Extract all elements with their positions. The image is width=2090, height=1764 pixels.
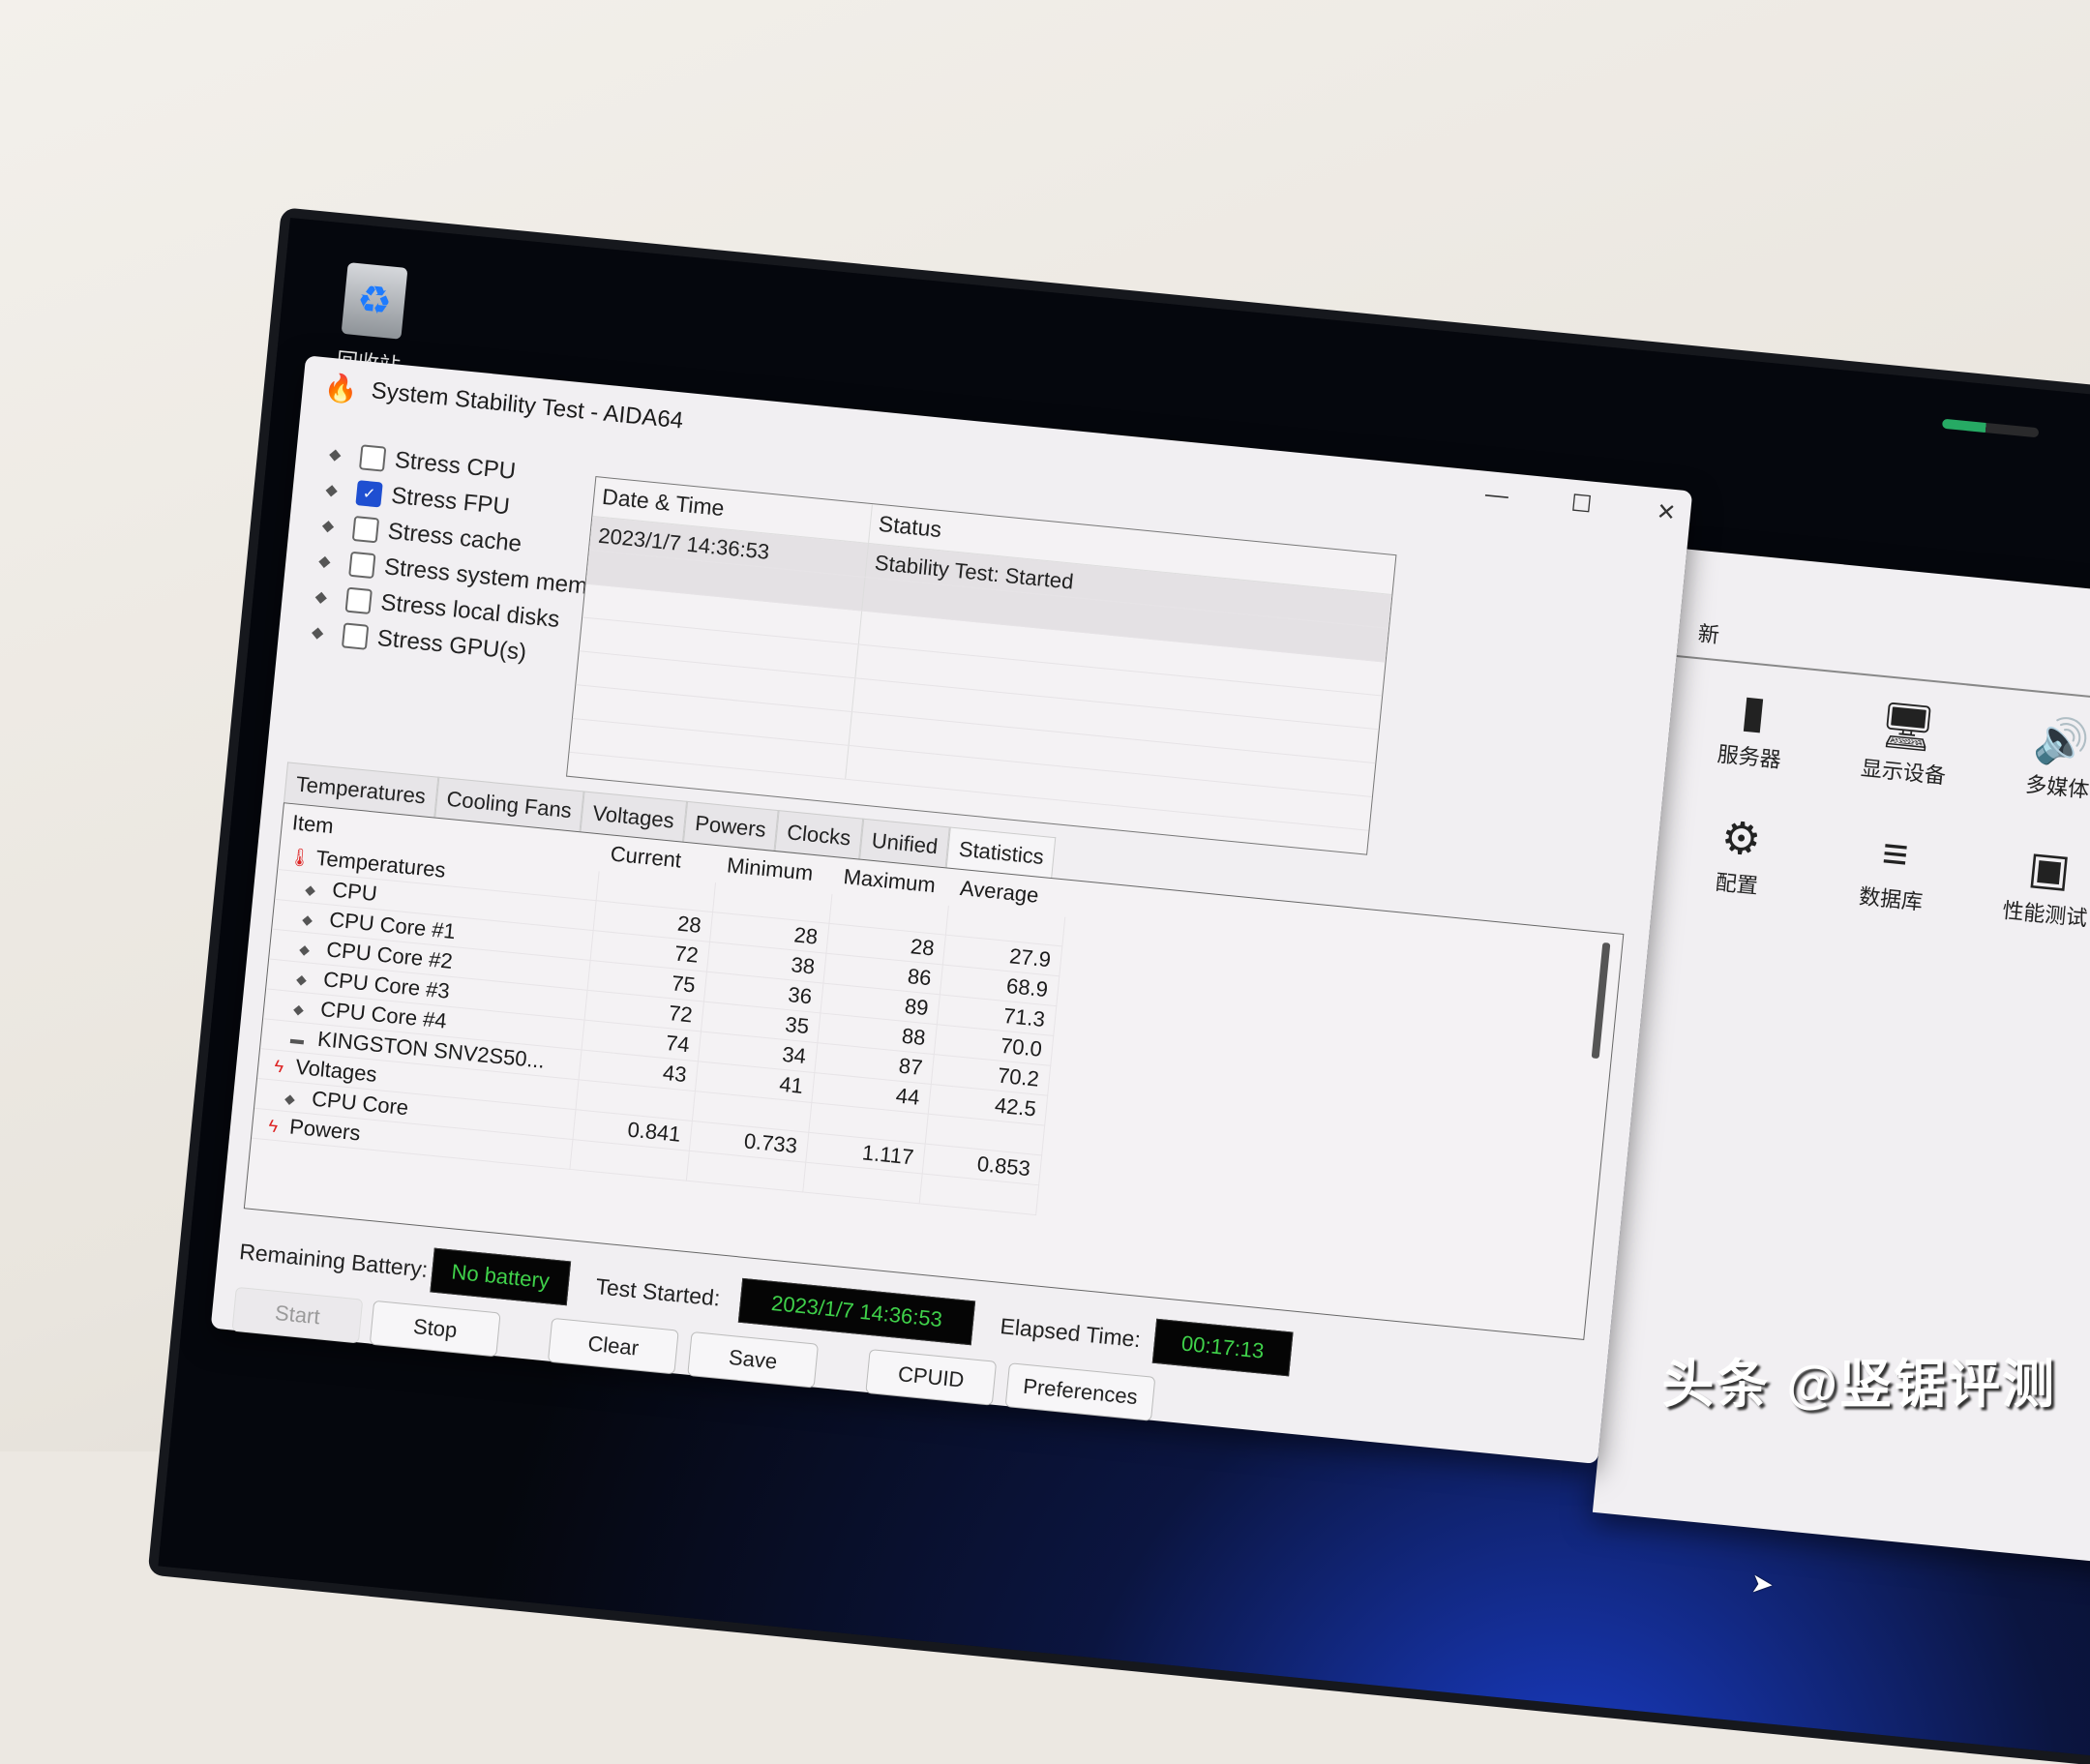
elapsed-time-label: Elapsed Time: [999,1313,1143,1353]
voltage-icon: ϟ [273,1056,285,1077]
minimize-button[interactable]: — [1481,481,1513,512]
log-table: Date & Time Status 2023/1/7 14:36:53 Stab… [565,476,1397,855]
stress-checkbox[interactable]: ✓ [355,479,383,508]
stat-item-label: Powers [288,1114,362,1146]
category-item[interactable]: ▣ 性能测试 [1971,832,2090,935]
monitor: ♻ 回收站 新 ▮服务器🖥显示设备🔊多媒体⚙配置≡数据库▣性能测试 🔥 Syst… [158,218,2090,1764]
cpu-chip-icon: ◆ [301,911,314,928]
status-led-indicator [1941,418,2040,438]
stress-checkbox[interactable] [351,515,380,543]
category-item[interactable]: 🔊 多媒体 [1984,705,2090,808]
vertical-scrollbar[interactable] [1591,942,1611,1060]
disk-drive-icon: ▬ [289,1031,305,1048]
test-started-value: 2023/1/7 14:36:53 [737,1277,976,1346]
desktop: ♻ 回收站 新 ▮服务器🖥显示设备🔊多媒体⚙配置≡数据库▣性能测试 🔥 Syst… [158,218,2090,1764]
remaining-battery-value: No battery [430,1247,572,1306]
save-button[interactable]: Save [687,1330,820,1389]
cpu-chip-icon: ◆ [304,881,316,898]
maximize-button[interactable]: ☐ [1566,489,1597,520]
stability-test-window: 🔥 System Stability Test - AIDA64 — ☐ ✕ ◆… [210,355,1693,1464]
thermometer-icon: 🌡 [287,847,313,869]
cache-chip-icon: ◆ [321,517,336,535]
cpu-chip-icon: ◆ [298,941,311,958]
category-item[interactable]: ≡ 数据库 [1817,818,1970,920]
fpu-123-icon: ◆ [324,481,339,499]
watermark: 头条 @竖锯评测 [1661,1356,2056,1414]
stress-checkbox[interactable] [341,621,370,650]
start-button[interactable]: Start [231,1286,364,1344]
cpu-chip-icon: ◆ [284,1090,296,1107]
aida64-flame-icon: 🔥 [322,371,360,405]
gpu-monitor-icon: ◆ [311,623,325,642]
cpu-chip-icon: ◆ [292,1001,305,1018]
clear-button[interactable]: Clear [547,1317,679,1375]
cpu-chip-icon: ◆ [295,971,308,988]
mouse-cursor-icon: ➤ [1749,1568,1776,1600]
disk-drive-icon: ◆ [314,587,328,607]
stress-checkbox[interactable] [348,551,376,579]
memory-module-icon: ◆ [317,553,332,571]
recycle-bin-icon: ♻ [341,262,408,340]
category-item[interactable]: ⚙ 配置 [1663,802,1816,905]
stress-checkbox[interactable] [358,443,387,472]
category-item[interactable]: ▮ 服务器 [1676,675,1829,778]
window-title: System Stability Test - AIDA64 [370,377,685,434]
elapsed-time-value: 00:17:13 [1151,1318,1294,1377]
remaining-battery-label: Remaining Battery: [238,1239,430,1283]
category-grid: ▮ 服务器 🖥 显示设备 🔊 多媒体 ⚙ 配置 ≡ 数据库 ▣ 性能测试 [1663,675,2090,936]
test-started-label: Test Started: [594,1273,722,1311]
stat-item-label: Voltages [294,1054,378,1087]
stat-item-label: CPU [331,877,378,907]
preferences-button[interactable]: Preferences [1004,1362,1156,1421]
stress-checkbox[interactable] [344,586,373,614]
stop-button[interactable]: Stop [369,1300,501,1358]
close-button[interactable]: ✕ [1651,497,1683,528]
header-text: 新 [1696,621,1721,648]
power-icon: ϟ [267,1116,280,1137]
category-item[interactable]: 🖥 显示设备 [1830,690,1983,792]
cpu-chip-icon: ◆ [328,445,343,463]
cpuid-button[interactable]: CPUID [865,1349,998,1406]
